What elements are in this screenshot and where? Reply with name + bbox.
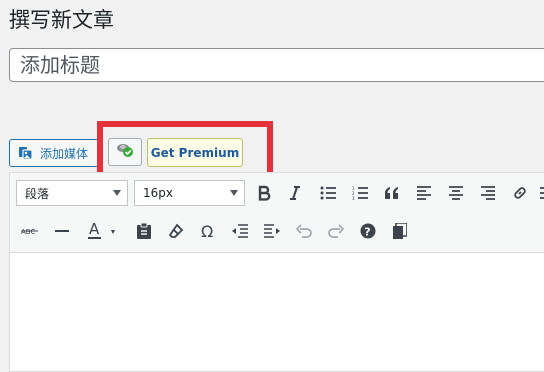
outdent-button[interactable] [228, 219, 252, 243]
chevron-down-icon [230, 190, 238, 196]
indent-button[interactable] [260, 219, 284, 243]
paste-as-text-button[interactable] [132, 219, 156, 243]
align-left-icon [417, 186, 431, 200]
format-select-value: 段落 [25, 186, 50, 201]
undo-icon [296, 224, 312, 238]
add-media-button[interactable]: 添加媒体 [9, 139, 99, 167]
align-left-button[interactable] [412, 181, 436, 205]
bullet-list-button[interactable] [316, 181, 340, 205]
svg-text:Ω: Ω [201, 223, 213, 239]
numbered-list-button[interactable]: 123 [348, 181, 372, 205]
bullet-list-icon [320, 186, 336, 200]
plugin-check-icon [115, 141, 135, 163]
svg-text:?: ? [364, 226, 370, 239]
align-center-button[interactable] [444, 181, 468, 205]
media-icon [18, 145, 34, 161]
eraser-icon [168, 223, 184, 239]
horizontal-line-button[interactable] [50, 219, 74, 243]
text-color-icon: A [84, 222, 120, 240]
italic-icon [288, 185, 302, 201]
post-title-input[interactable] [9, 48, 544, 82]
more-tools-button[interactable] [538, 181, 544, 205]
add-media-label: 添加媒体 [40, 146, 89, 161]
italic-button[interactable] [283, 181, 307, 205]
toolbar-toggle-icon [539, 185, 544, 201]
redo-button[interactable] [324, 219, 348, 243]
bold-button[interactable] [252, 181, 276, 205]
align-right-icon [481, 186, 495, 200]
font-size-select[interactable]: 16px [134, 180, 245, 206]
redo-icon [328, 224, 344, 238]
numbered-list-icon: 123 [352, 186, 368, 200]
link-icon [512, 185, 528, 201]
omega-icon: Ω [200, 223, 216, 239]
format-select[interactable]: 段落 [16, 180, 128, 206]
indent-icon [264, 224, 280, 238]
chevron-down-icon [113, 190, 121, 196]
keyboard-shortcuts-button[interactable]: ? [356, 219, 380, 243]
bold-icon [257, 185, 271, 201]
editor-content-area[interactable] [10, 253, 544, 371]
page-title: 撰写新文章 [9, 8, 114, 32]
font-size-select-value: 16px [143, 186, 173, 200]
outdent-icon [232, 224, 248, 238]
editor-toolbar: 段落 16px 123 ABC A Ω ? [10, 173, 544, 253]
quote-icon [384, 187, 400, 199]
svg-text:3: 3 [352, 196, 355, 200]
clipboard-icon [137, 223, 151, 239]
clear-formatting-button[interactable] [164, 219, 188, 243]
text-color-button[interactable]: A [82, 219, 122, 243]
strikethrough-icon: ABC [21, 226, 39, 236]
strikethrough-button[interactable]: ABC [18, 219, 42, 243]
plugin-button[interactable] [108, 138, 142, 166]
undo-button[interactable] [292, 219, 316, 243]
horizontal-line-icon [55, 229, 69, 233]
svg-text:A: A [89, 222, 100, 238]
copy-icon [393, 223, 407, 239]
svg-text:ABC: ABC [21, 228, 35, 236]
insert-link-button[interactable] [508, 181, 532, 205]
classic-editor: 段落 16px 123 ABC A Ω ? [9, 172, 544, 372]
align-center-icon [449, 186, 463, 200]
special-character-button[interactable]: Ω [196, 219, 220, 243]
align-right-button[interactable] [476, 181, 500, 205]
help-icon: ? [360, 223, 376, 239]
blockquote-button[interactable] [380, 181, 404, 205]
copy-button[interactable] [388, 219, 412, 243]
get-premium-button[interactable]: Get Premium [147, 138, 243, 167]
